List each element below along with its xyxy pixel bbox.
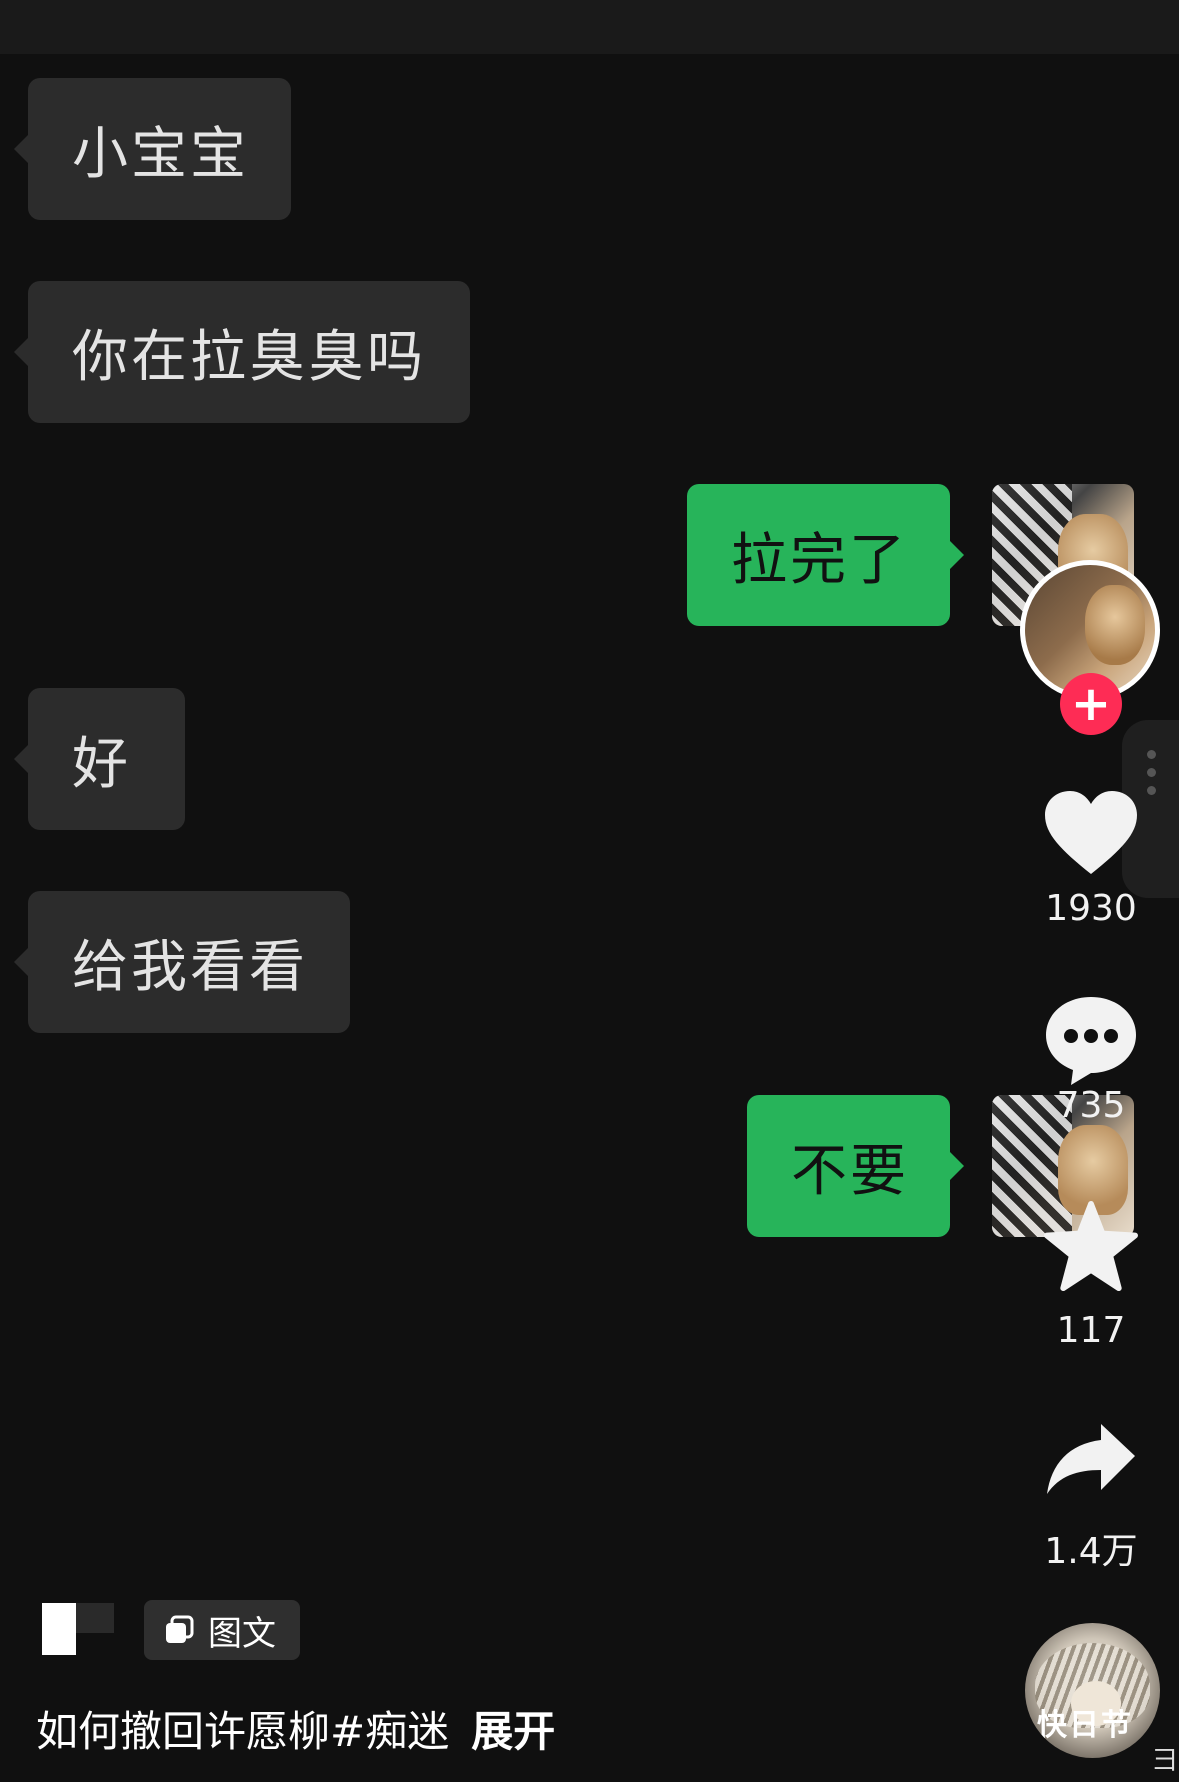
share-button[interactable]: 1.4万: [1026, 1420, 1156, 1574]
author-thumbnail[interactable]: [42, 1603, 114, 1655]
message-text: 好: [72, 731, 131, 797]
favorite-count: 117: [1056, 1310, 1126, 1351]
top-bar: [0, 0, 1179, 54]
chat-bubble-incoming: 你在拉臭臭吗: [14, 281, 470, 423]
expand-button[interactable]: 展开: [471, 1707, 555, 1756]
chat-bubble-incoming: 好: [14, 688, 185, 830]
comment-count: 735: [1056, 1085, 1126, 1126]
image-text-icon: [166, 1615, 194, 1643]
plus-icon: +: [1070, 676, 1112, 732]
chat-bubble-incoming: 小宝宝: [14, 78, 291, 220]
share-icon: [1047, 1424, 1135, 1494]
music-disc[interactable]: 快日节: [1025, 1623, 1160, 1758]
favorite-button[interactable]: 117: [1026, 1200, 1156, 1351]
edge-glyph: 彐: [1152, 1746, 1179, 1776]
heart-icon: [1045, 791, 1137, 874]
message-text: 你在拉臭臭吗: [72, 324, 426, 390]
caption-text[interactable]: 如何撤回许愿柳#痴迷: [36, 1707, 449, 1756]
chat-bubble-outgoing: 拉完了: [687, 484, 964, 626]
chat-bubble-outgoing: 不要: [747, 1095, 964, 1237]
post-caption: 如何撤回许愿柳#痴迷 展开: [36, 1698, 555, 1759]
image-text-tag[interactable]: 图文: [144, 1600, 300, 1660]
image-text-label: 图文: [208, 1613, 276, 1654]
comment-icon: [1046, 997, 1136, 1085]
message-text: 小宝宝: [72, 121, 249, 187]
share-count: 1.4万: [1044, 1531, 1138, 1572]
message-text: 拉完了: [731, 527, 908, 593]
message-text: 不要: [791, 1138, 909, 1204]
music-disc-text: 快日节: [1037, 1708, 1133, 1743]
message-text: 给我看看: [72, 934, 308, 1000]
follow-button[interactable]: +: [1060, 673, 1122, 735]
like-count: 1930: [1045, 888, 1137, 929]
comment-button[interactable]: 735: [1026, 993, 1156, 1126]
star-icon: [1044, 1200, 1138, 1292]
chat-bubble-incoming: 给我看看: [14, 891, 350, 1033]
like-button[interactable]: 1930: [1026, 788, 1156, 929]
